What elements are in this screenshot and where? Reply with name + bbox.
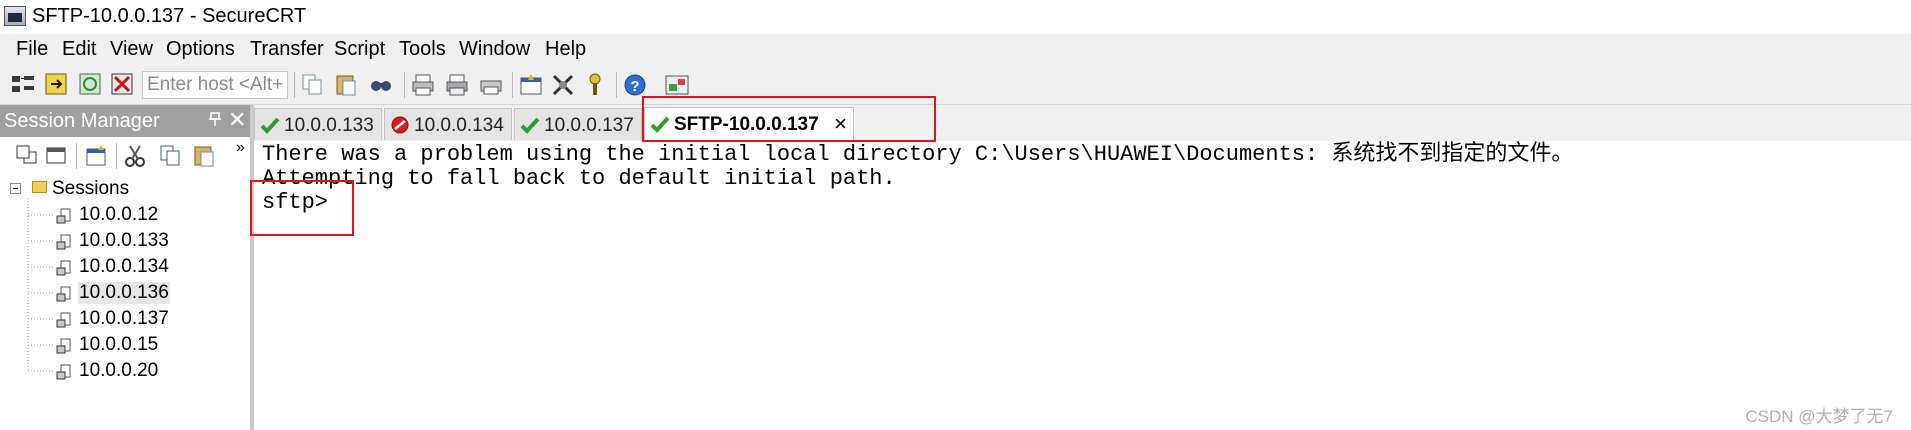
check-icon <box>520 117 540 134</box>
pin-icon[interactable] <box>208 111 222 132</box>
check-icon <box>260 117 280 134</box>
connect-icon[interactable] <box>10 72 36 98</box>
menu-window[interactable]: Window <box>459 38 530 61</box>
cut-icon[interactable] <box>122 143 148 169</box>
host-input[interactable] <box>142 71 288 99</box>
session-icon <box>56 286 71 302</box>
tab-10-0-0-134[interactable]: 10.0.0.134 <box>384 108 512 140</box>
connect-in-tab-icon[interactable] <box>44 143 70 169</box>
menu-bar: File Edit View Options Transfer Script T… <box>0 34 1911 66</box>
session-label: 10.0.0.15 <box>79 334 159 355</box>
copy-session-icon[interactable] <box>158 143 184 169</box>
folder-icon <box>32 181 47 193</box>
new-session-icon[interactable] <box>84 143 110 169</box>
session-icon <box>56 312 71 328</box>
toolbar-overflow-icon[interactable]: » <box>236 139 245 157</box>
session-label: 10.0.0.12 <box>79 204 159 225</box>
menu-options[interactable]: Options <box>166 38 235 61</box>
terminal-line: There was a problem using the initial lo… <box>262 142 1574 167</box>
help-icon[interactable]: ? <box>622 72 648 98</box>
menu-script[interactable]: Script <box>334 38 385 61</box>
session-label: 10.0.0.20 <box>79 360 159 381</box>
tab-label: 10.0.0.133 <box>284 115 374 136</box>
terminal-output[interactable]: There was a problem using the initial lo… <box>254 141 1911 430</box>
paste-session-icon[interactable] <box>192 143 218 169</box>
highlight-box-tab <box>642 96 936 142</box>
session-tree: Sessions 10.0.0.12 10.0.0.133 10.0.0.134… <box>0 176 250 430</box>
quick-connect-icon[interactable] <box>44 72 70 98</box>
menu-file[interactable]: File <box>16 38 48 61</box>
tab-10-0-0-133[interactable]: 10.0.0.133 <box>254 108 382 140</box>
svg-text:?: ? <box>630 78 639 95</box>
watermark-text: CSDN @大梦了无7 <box>1745 407 1893 426</box>
toolbar-separator <box>76 143 77 169</box>
reconnect-icon[interactable] <box>78 72 104 98</box>
connect-session-icon[interactable] <box>14 143 40 169</box>
menu-transfer[interactable]: Transfer <box>250 38 324 61</box>
main-toolbar: ? <box>0 66 1911 105</box>
session-icon <box>56 338 71 354</box>
session-icon <box>56 208 71 224</box>
tab-label: 10.0.0.137 <box>544 115 634 136</box>
session-icon <box>56 234 71 250</box>
disconnect-icon[interactable] <box>110 72 136 98</box>
menu-help[interactable]: Help <box>545 38 586 61</box>
disconnected-icon <box>391 116 409 134</box>
keymap-icon[interactable] <box>582 72 608 98</box>
collapse-icon[interactable] <box>10 183 21 194</box>
session-icon <box>56 260 71 276</box>
toolbar-separator <box>616 72 617 98</box>
sftp-icon[interactable] <box>664 72 690 98</box>
print-setup-icon[interactable] <box>478 72 504 98</box>
session-manager-toolbar: » <box>0 137 250 175</box>
session-manager-title: Session Manager <box>4 110 160 132</box>
terminal-line: Attempting to fall back to default initi… <box>262 166 896 191</box>
window-title: SFTP-10.0.0.137 - SecureCRT <box>32 5 307 27</box>
menu-edit[interactable]: Edit <box>62 38 96 61</box>
tree-root-label: Sessions <box>52 178 130 199</box>
highlight-box-prompt <box>250 180 354 236</box>
print-selection-icon[interactable] <box>444 72 470 98</box>
close-icon[interactable]: ✕ <box>228 107 246 133</box>
session-options-icon[interactable] <box>518 72 544 98</box>
find-icon[interactable] <box>368 72 394 98</box>
securecrt-app-icon <box>4 6 26 26</box>
session-label: 10.0.0.134 <box>79 256 169 277</box>
toolbar-separator <box>116 143 117 169</box>
session-label: 10.0.0.136 <box>78 282 170 304</box>
session-label: 10.0.0.137 <box>79 308 169 329</box>
print-icon[interactable] <box>410 72 436 98</box>
toolbar-separator <box>512 72 513 98</box>
session-label: 10.0.0.133 <box>79 230 169 251</box>
session-manager-header: Session Manager ✕ <box>0 105 250 137</box>
menu-view[interactable]: View <box>110 38 153 61</box>
tab-10-0-0-137[interactable]: 10.0.0.137 <box>514 108 642 140</box>
paste-icon[interactable] <box>334 72 360 98</box>
menu-tools[interactable]: Tools <box>399 38 446 61</box>
toolbar-separator <box>294 72 295 98</box>
session-tab-strip: 10.0.0.133 10.0.0.134 10.0.0.137 SFTP-10… <box>254 105 1911 142</box>
tab-label: 10.0.0.134 <box>414 115 504 136</box>
title-bar: SFTP-10.0.0.137 - SecureCRT <box>0 0 1911 34</box>
toolbar-separator <box>404 72 405 98</box>
global-options-icon[interactable] <box>550 72 576 98</box>
session-icon <box>56 364 71 380</box>
copy-icon[interactable] <box>300 72 326 98</box>
